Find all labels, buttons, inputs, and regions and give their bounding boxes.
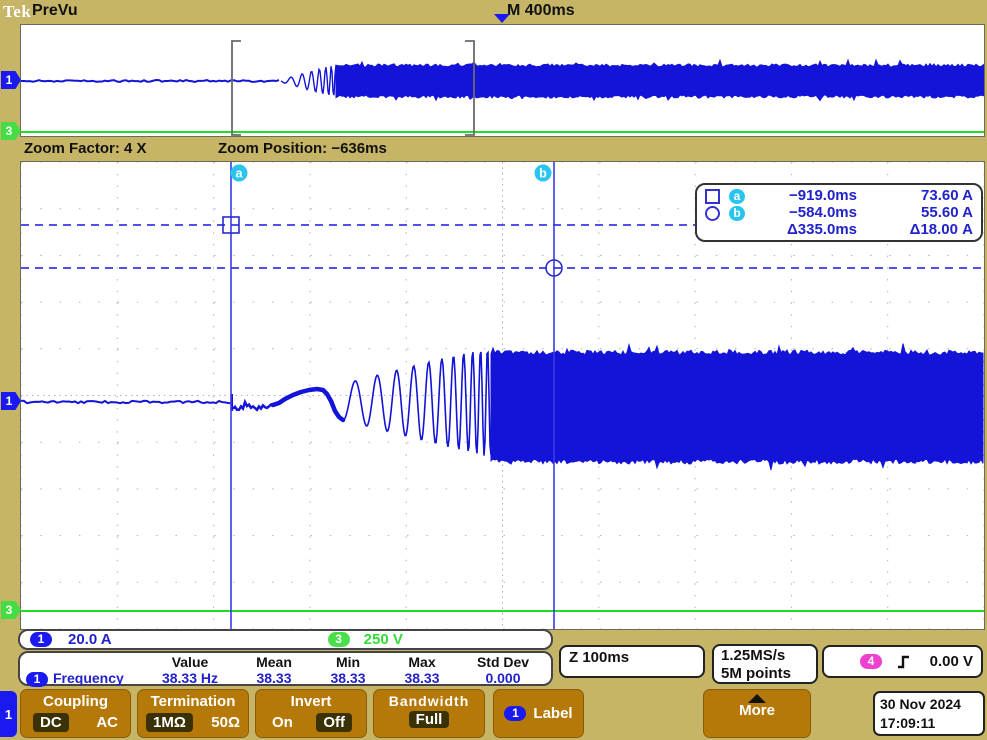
coupling-option-dc[interactable]: DC	[33, 713, 69, 732]
acquisition-box: 1.25MS/s 5M points	[712, 644, 818, 684]
ch1-overview-flat	[21, 80, 279, 82]
zoom-position-readout: Zoom Position: −636ms	[218, 140, 387, 157]
invert-title: Invert	[256, 693, 366, 710]
ch1-marker-overview[interactable]: 1	[1, 71, 21, 89]
termination-button[interactable]: Termination 1MΩ 50Ω	[137, 689, 249, 738]
record-length-readout: 5M points	[721, 665, 809, 683]
ch1-trace-band	[491, 344, 983, 470]
ch1-overview-ringup	[281, 65, 336, 95]
zoom-timebase-box: Z 100ms	[559, 645, 705, 678]
meas-mean: 38.33	[236, 670, 312, 687]
meas-header-stddev: Std Dev	[460, 654, 546, 670]
meas-name: Frequency	[53, 670, 124, 686]
cursor-delta-value: Δ18.00 A	[859, 221, 973, 238]
ch1-scale: 20.0 A	[68, 631, 112, 648]
cursor-a-badge: a	[729, 189, 745, 204]
ch3-marker-overview[interactable]: 3	[1, 122, 21, 140]
zoom-timebase-readout: Z 100ms	[569, 649, 629, 666]
zoom-factor-readout: Zoom Factor: 4 X	[24, 140, 147, 157]
oscilloscope-screen: Tek PreVu M 400ms 1 3 Zoom Factor: 4 X Z…	[0, 0, 987, 740]
coupling-option-ac[interactable]: AC	[96, 713, 118, 732]
cursor-a-square-icon	[705, 189, 720, 204]
trigger-position-icon[interactable]	[494, 14, 510, 23]
ch1-trace-ringup	[343, 352, 491, 456]
cursor-delta-time: Δ335.0ms	[755, 221, 859, 238]
time-readout: 17:09:11	[880, 714, 978, 733]
cursor-b-circle-icon	[705, 206, 720, 221]
ch3-marker-zoom[interactable]: 3	[1, 601, 21, 619]
cursor-a-time: −919.0ms	[755, 187, 859, 204]
cursor-b-value: 55.60 A	[859, 204, 973, 221]
ch3-badge: 3	[328, 632, 350, 647]
measurement-box: Value Mean Min Max Std Dev 1 Frequency 38…	[18, 651, 553, 686]
ch1-marker-label: 1	[6, 73, 13, 87]
coupling-title: Coupling	[21, 693, 130, 710]
overview-window	[20, 24, 985, 137]
meas-ch-badge: 1	[26, 672, 48, 687]
label-button-text: Label	[533, 705, 572, 722]
label-button[interactable]: 1 Label	[493, 689, 584, 738]
overview-waveform	[21, 25, 984, 136]
menu-channel-tab[interactable]: 1	[0, 691, 17, 737]
invert-button[interactable]: Invert On Off	[255, 689, 367, 738]
meas-min: 38.33	[312, 670, 384, 687]
label-channel-badge: 1	[504, 706, 526, 721]
termination-option-50ohm[interactable]: 50Ω	[211, 713, 240, 732]
measurement-row: 1 Frequency 38.33 Hz 38.33 38.33 38.33 0.…	[26, 670, 545, 687]
cursor-readout-box: a −919.0ms 73.60 A b −584.0ms 55.60 A Δ3…	[695, 183, 983, 242]
meas-max: 38.33	[384, 670, 460, 687]
rising-edge-icon	[896, 654, 912, 670]
meas-header-value: Value	[144, 654, 236, 670]
tek-logo: Tek	[3, 2, 31, 22]
meas-stddev: 0.000	[460, 670, 546, 687]
channel-scale-bar: 1 20.0 A 3 250 V	[18, 629, 553, 650]
meas-value: 38.33 Hz	[144, 670, 236, 687]
bandwidth-button[interactable]: Bandwidth Full	[373, 689, 485, 738]
bandwidth-option-full[interactable]: Full	[409, 711, 450, 728]
acquisition-status: PreVu	[32, 2, 78, 20]
sample-rate-readout: 1.25MS/s	[721, 647, 809, 665]
date-readout: 30 Nov 2024	[880, 695, 978, 714]
ch1-trace-flat	[21, 401, 231, 403]
ch1-badge: 1	[30, 632, 52, 647]
more-button[interactable]: More	[703, 689, 811, 738]
main-timebase-readout: M 400ms	[507, 2, 575, 20]
coupling-button[interactable]: Coupling DC AC	[20, 689, 131, 738]
ch1-trace-bump	[273, 389, 343, 420]
ch1-marker-zoom[interactable]: 1	[1, 392, 21, 410]
meas-header-mean: Mean	[236, 654, 312, 670]
ch3-marker-label: 3	[6, 124, 13, 138]
trigger-source-badge: 4	[860, 654, 882, 669]
cursor-b-flag-label: b	[539, 167, 547, 181]
cursor-b-badge: b	[729, 206, 745, 221]
ch3-marker-label: 3	[6, 603, 13, 617]
ch3-scale: 250 V	[364, 631, 403, 648]
more-button-text: More	[704, 703, 810, 719]
meas-header-max: Max	[384, 654, 460, 670]
ch1-overview-band	[336, 60, 984, 101]
invert-option-on[interactable]: On	[272, 713, 293, 732]
invert-option-off[interactable]: Off	[316, 713, 352, 732]
bandwidth-title: Bandwidth	[374, 693, 484, 710]
ch1-trace-noise	[233, 402, 273, 410]
ch1-marker-label: 1	[6, 394, 13, 408]
termination-title: Termination	[138, 693, 248, 710]
termination-option-1mohm[interactable]: 1MΩ	[146, 713, 193, 732]
cursor-a-flag-label: a	[236, 167, 244, 181]
cursor-a-value: 73.60 A	[859, 187, 973, 204]
trigger-level-readout: 0.00 V	[930, 653, 973, 670]
meas-header-min: Min	[312, 654, 384, 670]
datetime-box: 30 Nov 2024 17:09:11	[873, 691, 985, 736]
trigger-readout-box: 4 0.00 V	[822, 645, 983, 678]
cursor-b-time: −584.0ms	[755, 204, 859, 221]
